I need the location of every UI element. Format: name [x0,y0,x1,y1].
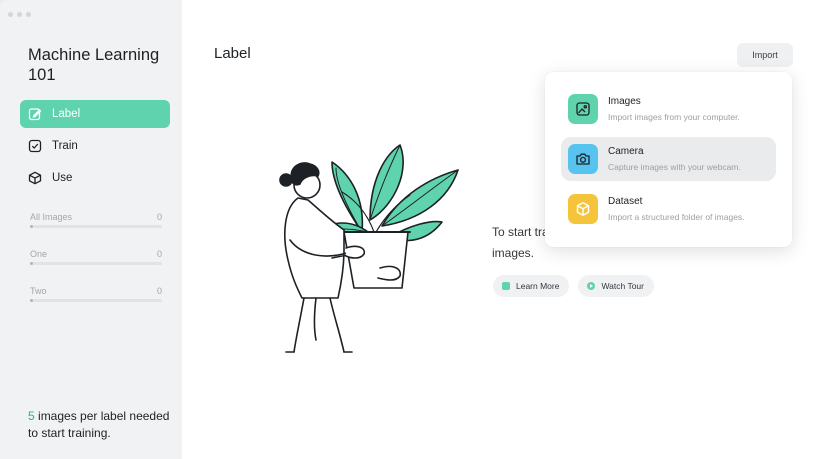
sidebar-item-train-text: Train [52,140,78,152]
sidebar-item-use-text: Use [52,172,73,184]
class-row-all-images[interactable]: All Images 0 [30,210,162,247]
class-name: Two [30,286,47,296]
window-controls [8,12,31,17]
training-requirement-note: 5 images per label needed to start train… [28,408,178,442]
class-count: 0 [156,212,162,222]
cube-icon [568,194,598,224]
watch-tour-label: Watch Tour [601,281,644,291]
sidebar-item-use[interactable]: Use [20,164,170,192]
class-progress-bar [30,262,162,265]
class-progress-bar [30,225,162,228]
watch-tour-button[interactable]: Watch Tour [578,275,654,297]
import-menu-item-images[interactable]: Images Import images from your computer. [561,87,776,131]
image-icon [568,94,598,124]
class-count: 0 [156,249,162,259]
sidebar-nav: Label Train Use [20,100,170,196]
plant-illustration [279,144,459,353]
menu-item-label: Images [608,96,641,107]
import-menu-item-dataset[interactable]: Dataset Import a structured folder of im… [561,187,776,231]
import-menu-item-camera[interactable]: Camera Capture images with your webcam. [561,137,776,181]
menu-item-label: Camera [608,146,644,157]
camera-icon [568,144,598,174]
sidebar: Machine Learning 101 Label Train Use All… [0,0,182,459]
menu-item-description: Capture images with your webcam. [608,162,741,172]
page-title: Label [214,45,251,62]
images-per-label-count: 5 [28,409,35,423]
class-row-two[interactable]: Two 0 [30,284,162,321]
empty-state-actions: Learn More Watch Tour [493,275,654,297]
learn-more-button[interactable]: Learn More [493,275,570,297]
import-button[interactable]: Import [737,43,793,67]
app-title: Machine Learning 101 [28,46,160,84]
class-list: All Images 0 One 0 Two 0 [30,210,162,321]
requirement-text: images per label needed to start trainin… [28,409,170,440]
zoom-window-button[interactable] [26,12,31,17]
book-icon [502,282,510,290]
class-name: One [30,249,48,259]
sidebar-item-label[interactable]: Label [20,100,170,128]
app-window: Machine Learning 101 Label Train Use All… [0,0,815,459]
play-icon [587,282,596,290]
minimize-window-button[interactable] [17,12,22,17]
learn-more-label: Learn More [516,281,560,291]
check-square-icon [28,139,42,153]
edit-icon [28,107,42,121]
menu-item-label: Dataset [608,196,643,207]
class-progress-bar [30,299,162,302]
menu-item-description: Import a structured folder of images. [608,212,745,222]
cube-icon [28,171,42,185]
import-menu: Images Import images from your computer.… [545,72,792,247]
class-name: All Images [30,212,73,222]
class-count: 0 [156,286,162,296]
close-window-button[interactable] [8,12,13,17]
sidebar-item-label-text: Label [52,108,81,120]
sidebar-item-train[interactable]: Train [20,132,170,160]
class-row-one[interactable]: One 0 [30,247,162,284]
menu-item-description: Import images from your computer. [608,112,740,122]
